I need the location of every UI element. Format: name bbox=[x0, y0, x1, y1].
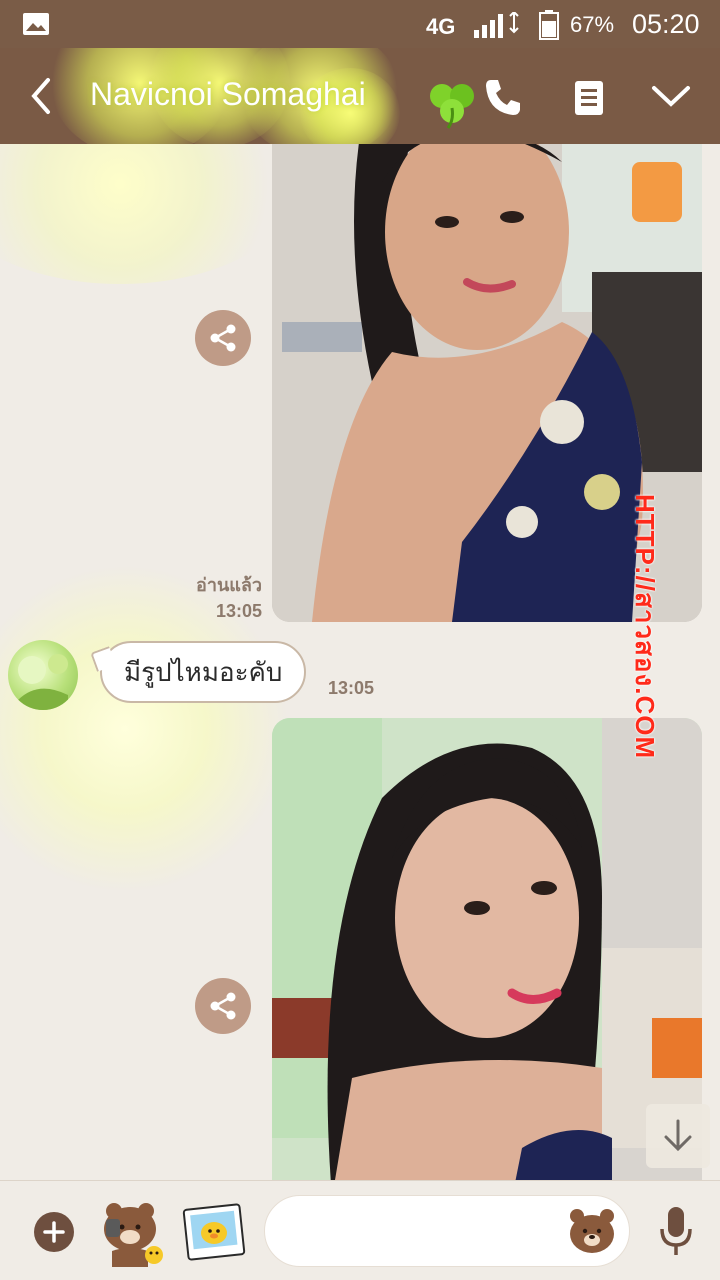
share-button[interactable] bbox=[195, 310, 251, 366]
status-bar: 4G 67% 05:20 bbox=[0, 0, 720, 48]
share-icon bbox=[210, 324, 236, 352]
chat-header: Navicnoi Somaghai bbox=[0, 48, 720, 144]
clover-icon bbox=[430, 84, 474, 129]
read-label: อ่านแล้ว bbox=[196, 575, 262, 595]
signal-icon bbox=[474, 12, 519, 38]
photo-illustration bbox=[272, 718, 702, 1180]
chat-area[interactable]: อ่านแล้ว 13:05 มีรูปไหมอะคับ 13:05 HTTP:… bbox=[0, 144, 720, 1180]
watermark-text: HTTP://สาวสอง.COM bbox=[630, 494, 660, 760]
message-input-bar bbox=[0, 1180, 720, 1280]
message-text: มีรูปไหมอะคับ bbox=[124, 656, 283, 687]
add-button[interactable] bbox=[34, 1212, 74, 1252]
network-type: 4G bbox=[426, 14, 456, 39]
message-time: 13:05 bbox=[328, 678, 375, 698]
scroll-down-button[interactable] bbox=[646, 1104, 710, 1168]
share-icon bbox=[210, 992, 236, 1020]
message-input[interactable] bbox=[264, 1195, 630, 1267]
notes-button[interactable] bbox=[574, 80, 604, 116]
battery-level: 67% bbox=[570, 12, 615, 37]
read-receipt: อ่านแล้ว 13:05 bbox=[160, 572, 262, 624]
emoji-bear-icon[interactable] bbox=[565, 1204, 619, 1258]
contact-avatar[interactable] bbox=[8, 640, 78, 710]
photo-sticker-button[interactable] bbox=[182, 1201, 246, 1263]
call-button[interactable] bbox=[482, 76, 524, 118]
gallery-notification-icon bbox=[23, 13, 49, 35]
contact-name[interactable]: Navicnoi Somaghai bbox=[90, 76, 366, 113]
share-button[interactable] bbox=[195, 978, 251, 1034]
outgoing-photo[interactable] bbox=[272, 718, 702, 1180]
sticker-button[interactable] bbox=[98, 1197, 168, 1267]
plus-icon bbox=[43, 1221, 65, 1243]
clock: 05:20 bbox=[632, 9, 700, 39]
arrow-down-icon bbox=[664, 1119, 692, 1152]
avatar-illustration bbox=[18, 654, 68, 710]
microphone-button[interactable] bbox=[654, 1203, 698, 1259]
glow-decoration bbox=[0, 144, 300, 284]
incoming-message-bubble[interactable]: มีรูปไหมอะคับ bbox=[100, 641, 307, 703]
message-time: 13:05 bbox=[215, 601, 262, 621]
battery-icon bbox=[539, 10, 559, 40]
back-button[interactable] bbox=[22, 72, 62, 120]
menu-chevron-button[interactable] bbox=[650, 82, 692, 110]
